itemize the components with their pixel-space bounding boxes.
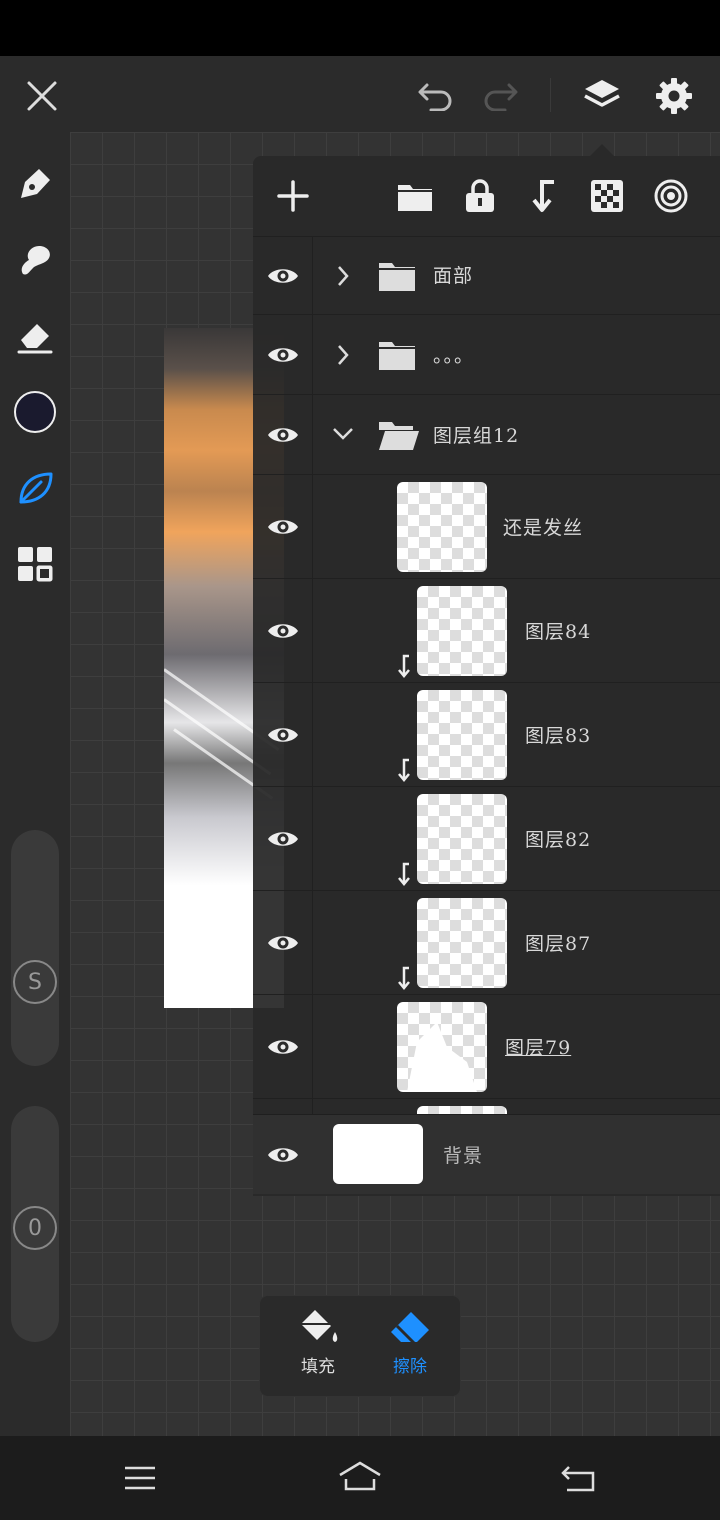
brush-size-knob[interactable]: S: [13, 960, 57, 1004]
folder-icon: [377, 336, 417, 376]
fill-erase-popup: 填充 擦除: [260, 1296, 460, 1396]
erase-button[interactable]: 擦除: [370, 1306, 450, 1386]
undo-icon[interactable]: [414, 74, 458, 118]
layer-thumbnail: [417, 898, 507, 988]
layer-group-row[interactable]: 。。。: [253, 314, 720, 394]
system-navbar: [0, 1436, 720, 1520]
layer-name: 。。。: [433, 345, 475, 367]
layer-name: 面部: [433, 265, 474, 287]
layer-thumbnail: [397, 1002, 487, 1092]
brush-opacity-knob[interactable]: 0: [13, 1206, 57, 1250]
clip-arrow-icon: [395, 965, 413, 995]
eye-icon[interactable]: [253, 891, 313, 994]
layer-name: 背景: [443, 1145, 484, 1167]
layers-icon[interactable]: [578, 72, 626, 120]
eraser-tool-icon[interactable]: [13, 314, 57, 358]
layer-row[interactable]: 图层79: [253, 994, 720, 1098]
layer-row[interactable]: 还是发丝: [253, 474, 720, 578]
grid-menu-icon[interactable]: [13, 542, 57, 586]
paint-bucket-icon: [301, 1310, 338, 1342]
chevron-right-icon[interactable]: [335, 264, 351, 292]
chevron-down-icon[interactable]: [331, 425, 355, 447]
layers-panel-toolbar: [253, 156, 720, 236]
layer-name: 还是发丝: [503, 517, 584, 539]
layer-group-row[interactable]: 面部: [253, 236, 720, 314]
status-bar: [0, 0, 720, 56]
eye-icon[interactable]: [253, 683, 313, 786]
redo-icon[interactable]: [478, 74, 522, 118]
eye-icon[interactable]: [253, 237, 313, 314]
folder-icon[interactable]: [393, 174, 437, 218]
layer-row[interactable]: 图层84: [253, 578, 720, 682]
layers-panel: 面部 。。。 图层组12 还是发丝 图层84 图层83 图层82 图层87 图层…: [253, 156, 720, 1196]
layer-thumbnail: [397, 482, 487, 572]
brush-size-slider[interactable]: S: [11, 830, 59, 1066]
folder-icon: [377, 257, 417, 297]
lock-icon[interactable]: [458, 174, 502, 218]
eye-icon[interactable]: [253, 315, 313, 394]
layer-name: 图层组12: [433, 425, 520, 447]
clip-arrow-icon: [395, 653, 413, 683]
close-icon[interactable]: [20, 74, 64, 118]
clip-arrow-icon: [395, 757, 413, 787]
eraser-icon: [391, 1312, 429, 1346]
layer-name: 图层83: [525, 725, 592, 747]
background-layer-row[interactable]: 背景: [253, 1114, 720, 1194]
back-icon[interactable]: [556, 1456, 600, 1500]
background-thumbnail: [333, 1124, 423, 1184]
top-toolbar: [0, 56, 720, 132]
brush-leaf-icon[interactable]: [13, 466, 57, 510]
pen-tool-icon[interactable]: [13, 162, 57, 206]
layer-name: 图层87: [525, 933, 592, 955]
layer-thumbnail: [417, 586, 507, 676]
layers-panel-caret: [590, 144, 614, 156]
layer-group-row[interactable]: 图层组12: [253, 394, 720, 474]
drawing-app: S 0 面部 。。。 图层组12 还是发丝 图层84 图层83 图层82 图层8…: [0, 56, 720, 1436]
layer-thumbnail: [417, 794, 507, 884]
layer-row[interactable]: 图层82: [253, 786, 720, 890]
add-layer-icon[interactable]: [271, 174, 315, 218]
chevron-right-icon[interactable]: [335, 343, 351, 371]
color-swatch[interactable]: [13, 390, 57, 434]
layer-row[interactable]: 图层87: [253, 890, 720, 994]
clip-arrow-icon: [395, 861, 413, 891]
home-icon[interactable]: [334, 1454, 386, 1500]
gear-icon[interactable]: [650, 72, 698, 120]
layer-name: 图层82: [525, 829, 592, 851]
eye-icon[interactable]: [253, 579, 313, 682]
layer-name: 图层84: [525, 621, 592, 643]
menu-icon[interactable]: [118, 1456, 162, 1500]
brush-opacity-slider[interactable]: 0: [11, 1106, 59, 1342]
clip-down-icon[interactable]: [521, 174, 565, 218]
eye-icon[interactable]: [253, 1115, 313, 1194]
target-icon[interactable]: [649, 174, 693, 218]
fill-label: 填充: [301, 1357, 335, 1377]
eye-icon[interactable]: [253, 395, 313, 474]
checker-icon[interactable]: [585, 174, 629, 218]
fill-button[interactable]: 填充: [278, 1306, 358, 1386]
erase-label: 擦除: [393, 1357, 427, 1377]
smudge-tool-icon[interactable]: [13, 238, 57, 282]
tool-sidebar: S 0: [0, 132, 70, 1436]
layer-thumbnail: [417, 690, 507, 780]
layer-name: 图层79: [505, 1037, 572, 1059]
toolbar-divider: [550, 78, 551, 112]
folder-open-icon: [377, 416, 421, 456]
eye-icon[interactable]: [253, 787, 313, 890]
eye-icon[interactable]: [253, 475, 313, 578]
layer-row[interactable]: 图层83: [253, 682, 720, 786]
eye-icon[interactable]: [253, 995, 313, 1098]
